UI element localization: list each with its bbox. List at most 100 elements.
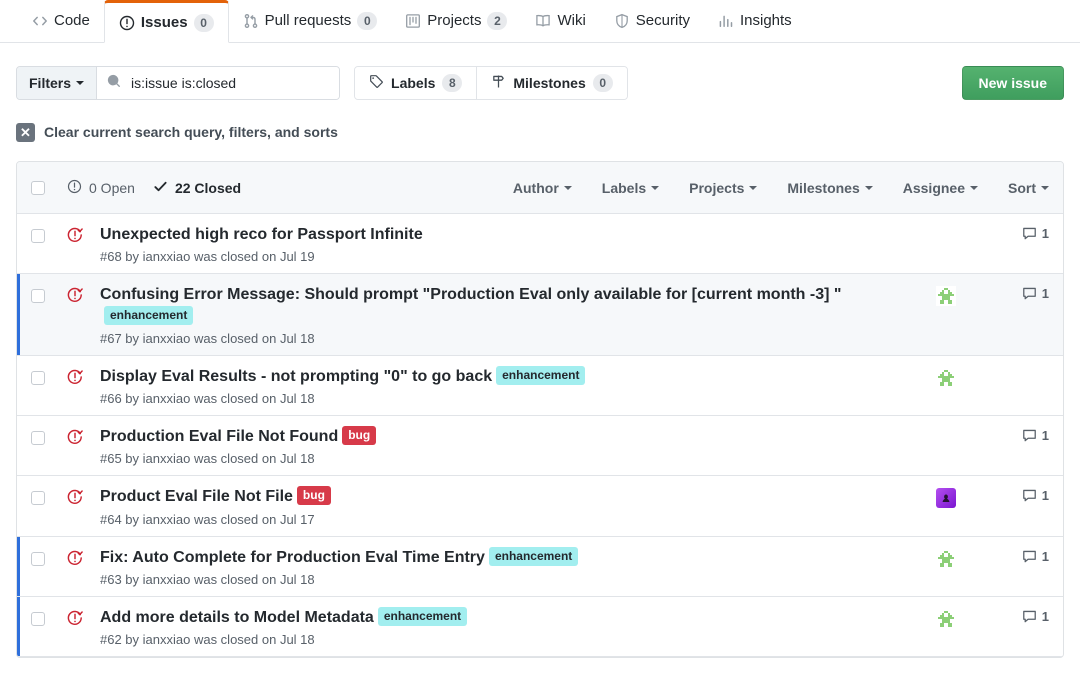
issue-assignee-cell [903, 368, 989, 388]
nav-tab-label: Pull requests [265, 12, 352, 29]
issue-title-link[interactable]: Fix: Auto Complete for Production Eval T… [100, 549, 485, 566]
nav-tab-issues[interactable]: Issues0 [104, 0, 229, 43]
comment-count-value: 1 [1042, 488, 1049, 503]
search-field-wrap[interactable] [97, 67, 339, 99]
issue-checkbox[interactable] [31, 431, 45, 445]
issue-title-line: Unexpected high reco for Passport Infini… [100, 224, 891, 245]
issue-title-line: Production Eval File Not Foundbug [100, 426, 891, 447]
clear-search-label: Clear current search query, filters, and… [44, 124, 338, 140]
filters-dropdown-button[interactable]: Filters [17, 67, 97, 99]
issue-title-link[interactable]: Production Eval File Not Found [100, 428, 338, 445]
issue-comment-count[interactable]: 1 [989, 428, 1049, 443]
issue-label-enhancement[interactable]: enhancement [496, 366, 585, 385]
open-issues-filter[interactable]: 0 Open [67, 179, 135, 197]
header-filter-milestones[interactable]: Milestones [787, 180, 872, 196]
issue-label-bug[interactable]: bug [297, 486, 331, 505]
nav-tab-counter: 2 [487, 12, 507, 30]
issue-assignee-cell [903, 609, 989, 629]
issue-assignee-cell [903, 549, 989, 569]
issue-title-link[interactable]: Add more details to Model Metadata [100, 609, 374, 626]
issue-row[interactable]: Product Eval File Not Filebug#64 by ianx… [17, 476, 1063, 536]
milestone-icon [491, 74, 506, 92]
issue-assignee-cell [903, 286, 989, 306]
header-filter-projects[interactable]: Projects [689, 180, 757, 196]
repo-nav: CodeIssues0Pull requests0Projects2WikiSe… [0, 0, 1080, 43]
milestones-button[interactable]: Milestones 0 [476, 67, 626, 99]
issue-row[interactable]: Confusing Error Message: Should prompt "… [17, 274, 1063, 356]
header-filter-author[interactable]: Author [513, 180, 572, 196]
nav-tab-wiki[interactable]: Wiki [521, 0, 599, 42]
select-all-checkbox[interactable] [31, 181, 45, 195]
issue-row-right: 1 [903, 428, 1049, 443]
header-filter-assignee[interactable]: Assignee [903, 180, 978, 196]
state-filters: 0 Open 22 Closed [67, 179, 241, 197]
issue-title-link[interactable]: Display Eval Results - not prompting "0"… [100, 368, 492, 385]
header-filter-sort[interactable]: Sort [1008, 180, 1049, 196]
issue-row-right: 1 [903, 549, 1049, 569]
issue-checkbox[interactable] [31, 612, 45, 626]
issue-title-link[interactable]: Product Eval File Not File [100, 488, 293, 505]
issue-meta: #65 by ianxxiao was closed on Jul 18 [100, 451, 891, 466]
filter-search-group: Filters [16, 66, 340, 100]
issue-meta: #68 by ianxxiao was closed on Jul 19 [100, 249, 891, 264]
close-icon: ✕ [16, 123, 35, 142]
issue-closed-icon [67, 429, 83, 445]
issue-row-right: 1 [903, 488, 1049, 508]
issue-label-enhancement[interactable]: enhancement [378, 607, 467, 626]
labels-button[interactable]: Labels 8 [355, 67, 476, 99]
avatar[interactable] [936, 549, 956, 569]
issue-title-link[interactable]: Confusing Error Message: Should prompt "… [100, 286, 841, 303]
issue-title-link[interactable]: Unexpected high reco for Passport Infini… [100, 226, 423, 243]
issue-checkbox[interactable] [31, 289, 45, 303]
issue-row[interactable]: Production Eval File Not Foundbug #65 by … [17, 416, 1063, 476]
issue-closed-icon [67, 227, 83, 243]
issue-row[interactable]: Unexpected high reco for Passport Infini… [17, 214, 1063, 274]
issue-comment-count[interactable]: 1 [989, 609, 1049, 624]
issue-comment-count[interactable]: 1 [989, 226, 1049, 241]
issue-row[interactable]: Display Eval Results - not prompting "0"… [17, 356, 1063, 416]
closed-count-label: 22 Closed [175, 180, 241, 196]
nav-tab-insights[interactable]: Insights [704, 0, 806, 42]
issue-closed-icon [67, 610, 83, 626]
issue-label-enhancement[interactable]: enhancement [489, 547, 578, 566]
issue-comment-count[interactable]: 1 [989, 488, 1049, 503]
nav-tab-projects[interactable]: Projects2 [391, 0, 521, 42]
issue-row[interactable]: Fix: Auto Complete for Production Eval T… [17, 537, 1063, 597]
nav-tab-security[interactable]: Security [600, 0, 704, 42]
check-icon [153, 179, 168, 197]
issue-content: Add more details to Model Metadataenhanc… [100, 607, 903, 647]
chevron-down-icon [749, 186, 757, 190]
comment-icon [1022, 286, 1037, 301]
issue-label-bug[interactable]: bug [342, 426, 376, 445]
issue-checkbox[interactable] [31, 491, 45, 505]
avatar[interactable] [936, 286, 956, 306]
nav-tab-pull-requests[interactable]: Pull requests0 [229, 0, 392, 42]
issue-content: Confusing Error Message: Should prompt "… [100, 284, 903, 346]
issue-checkbox[interactable] [31, 552, 45, 566]
issue-row-right [903, 368, 1049, 388]
issue-closed-icon [67, 287, 83, 303]
issue-title-line: Product Eval File Not Filebug [100, 486, 891, 507]
chevron-down-icon [76, 81, 84, 85]
issue-checkbox[interactable] [31, 229, 45, 243]
issues-table-header: 0 Open 22 Closed Author Labels Projects Mil… [17, 162, 1063, 214]
issue-closed-icon [67, 550, 83, 566]
issue-title-line: Fix: Auto Complete for Production Eval T… [100, 547, 891, 568]
clear-search-row[interactable]: ✕ Clear current search query, filters, a… [0, 113, 1080, 151]
avatar[interactable] [936, 609, 956, 629]
issue-row[interactable]: Add more details to Model Metadataenhanc… [17, 597, 1063, 657]
issue-comment-count[interactable]: 1 [989, 549, 1049, 564]
git-pull-request-icon [243, 13, 259, 29]
issue-checkbox[interactable] [31, 371, 45, 385]
search-input[interactable] [129, 74, 329, 92]
avatar[interactable] [936, 368, 956, 388]
issue-label-enhancement[interactable]: enhancement [104, 306, 193, 325]
avatar[interactable] [936, 488, 956, 508]
issue-comment-count[interactable]: 1 [989, 286, 1049, 301]
issue-title-line: Display Eval Results - not prompting "0"… [100, 366, 891, 387]
header-filter-labels[interactable]: Labels [602, 180, 659, 196]
closed-issues-filter[interactable]: 22 Closed [153, 179, 241, 197]
nav-tab-code[interactable]: Code [18, 0, 104, 42]
new-issue-button[interactable]: New issue [962, 66, 1064, 100]
labels-count: 8 [442, 74, 462, 92]
